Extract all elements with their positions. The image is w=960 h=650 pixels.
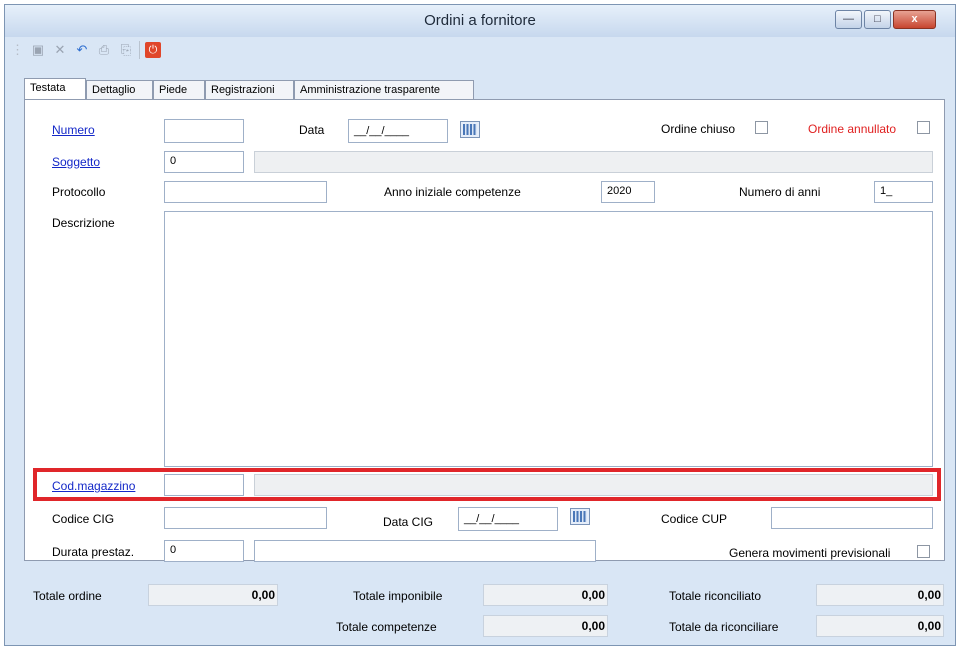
totale-imponibile-value: 0,00 <box>483 584 608 606</box>
codice-cig-label: Codice CIG <box>52 512 115 526</box>
print-preview-icon[interactable]: ⎘ <box>117 41 135 59</box>
anno-iniziale-field[interactable]: 2020 <box>601 181 655 203</box>
maximize-button[interactable]: □ <box>864 10 891 29</box>
title-bar: Ordini a fornitore — □ x <box>5 5 955 37</box>
soggetto-description-field <box>254 151 933 173</box>
codice-cig-field[interactable] <box>164 507 327 529</box>
codice-cup-label: Codice CUP <box>661 512 728 526</box>
totale-da-riconciliare-label: Totale da riconciliare <box>669 620 779 634</box>
ordine-chiuso-label: Ordine chiuso <box>661 122 736 136</box>
toolbar-separator <box>139 41 142 59</box>
tab-piede[interactable]: Piede <box>153 80 205 100</box>
protocollo-label: Protocollo <box>52 185 106 199</box>
delete-icon[interactable]: ✕ <box>51 41 69 59</box>
calendar-icon[interactable] <box>570 508 590 525</box>
numero-anni-field[interactable]: 1_ <box>874 181 933 203</box>
tab-testata[interactable]: Testata <box>24 78 86 100</box>
totale-riconciliato-value: 0,00 <box>816 584 944 606</box>
ordine-annullato-label: Ordine annullato <box>808 122 897 136</box>
descrizione-textarea[interactable] <box>164 211 933 467</box>
close-icon: x <box>911 13 918 25</box>
tab-registrazioni[interactable]: Registrazioni <box>205 80 294 100</box>
descrizione-label: Descrizione <box>52 216 115 230</box>
data-label: Data <box>299 123 325 137</box>
tab-amministrazione-trasparente[interactable]: Amministrazione trasparente <box>294 80 474 100</box>
exit-icon[interactable]: ⏻ <box>145 42 161 58</box>
anno-iniziale-label: Anno iniziale competenze <box>384 185 521 199</box>
calendar-icon[interactable] <box>460 121 480 138</box>
maximize-icon: □ <box>874 13 881 25</box>
totale-da-riconciliare-value: 0,00 <box>816 615 944 637</box>
numero-field[interactable] <box>164 119 244 143</box>
toolbar-grip: ⋮ <box>11 42 24 57</box>
durata-prestaz-label: Durata prestaz. <box>52 545 135 559</box>
genera-movimenti-checkbox[interactable] <box>917 545 930 558</box>
numero-anni-label: Numero di anni <box>739 185 821 199</box>
genera-movimenti-label: Genera movimenti previsionali <box>729 546 891 560</box>
durata-prestaz-description-field[interactable] <box>254 540 596 562</box>
protocollo-field[interactable] <box>164 181 327 203</box>
save-icon[interactable]: ▣ <box>29 41 47 59</box>
ordine-chiuso-checkbox[interactable] <box>755 121 768 134</box>
data-field[interactable]: __/__/____ <box>348 119 448 143</box>
durata-prestaz-field[interactable]: 0 <box>164 540 244 562</box>
minimize-button[interactable]: — <box>835 10 862 29</box>
totale-competenze-label: Totale competenze <box>336 620 437 634</box>
totale-ordine-label: Totale ordine <box>33 589 102 603</box>
data-cig-field[interactable]: __/__/____ <box>458 507 558 531</box>
totale-ordine-value: 0,00 <box>148 584 278 606</box>
minimize-icon: — <box>843 13 854 25</box>
soggetto-link[interactable]: Soggetto <box>52 155 100 169</box>
tab-dettaglio[interactable]: Dettaglio <box>86 80 153 100</box>
close-button[interactable]: x <box>893 10 936 29</box>
data-cig-label: Data CIG <box>383 515 434 529</box>
undo-icon[interactable]: ↶ <box>73 41 91 59</box>
toolbar: ⋮ ▣ ✕ ↶ ⎙ ⎘ ⏻ <box>11 39 949 61</box>
totale-competenze-value: 0,00 <box>483 615 608 637</box>
numero-link[interactable]: Numero <box>52 123 95 137</box>
ordine-annullato-checkbox[interactable] <box>917 121 930 134</box>
highlight-box <box>33 468 941 501</box>
window-title: Ordini a fornitore <box>424 12 536 29</box>
soggetto-code-field[interactable]: 0 <box>164 151 244 173</box>
codice-cup-field[interactable] <box>771 507 933 529</box>
totale-imponibile-label: Totale imponibile <box>353 589 443 603</box>
print-icon[interactable]: ⎙ <box>95 41 113 59</box>
totale-riconciliato-label: Totale riconciliato <box>669 589 762 603</box>
